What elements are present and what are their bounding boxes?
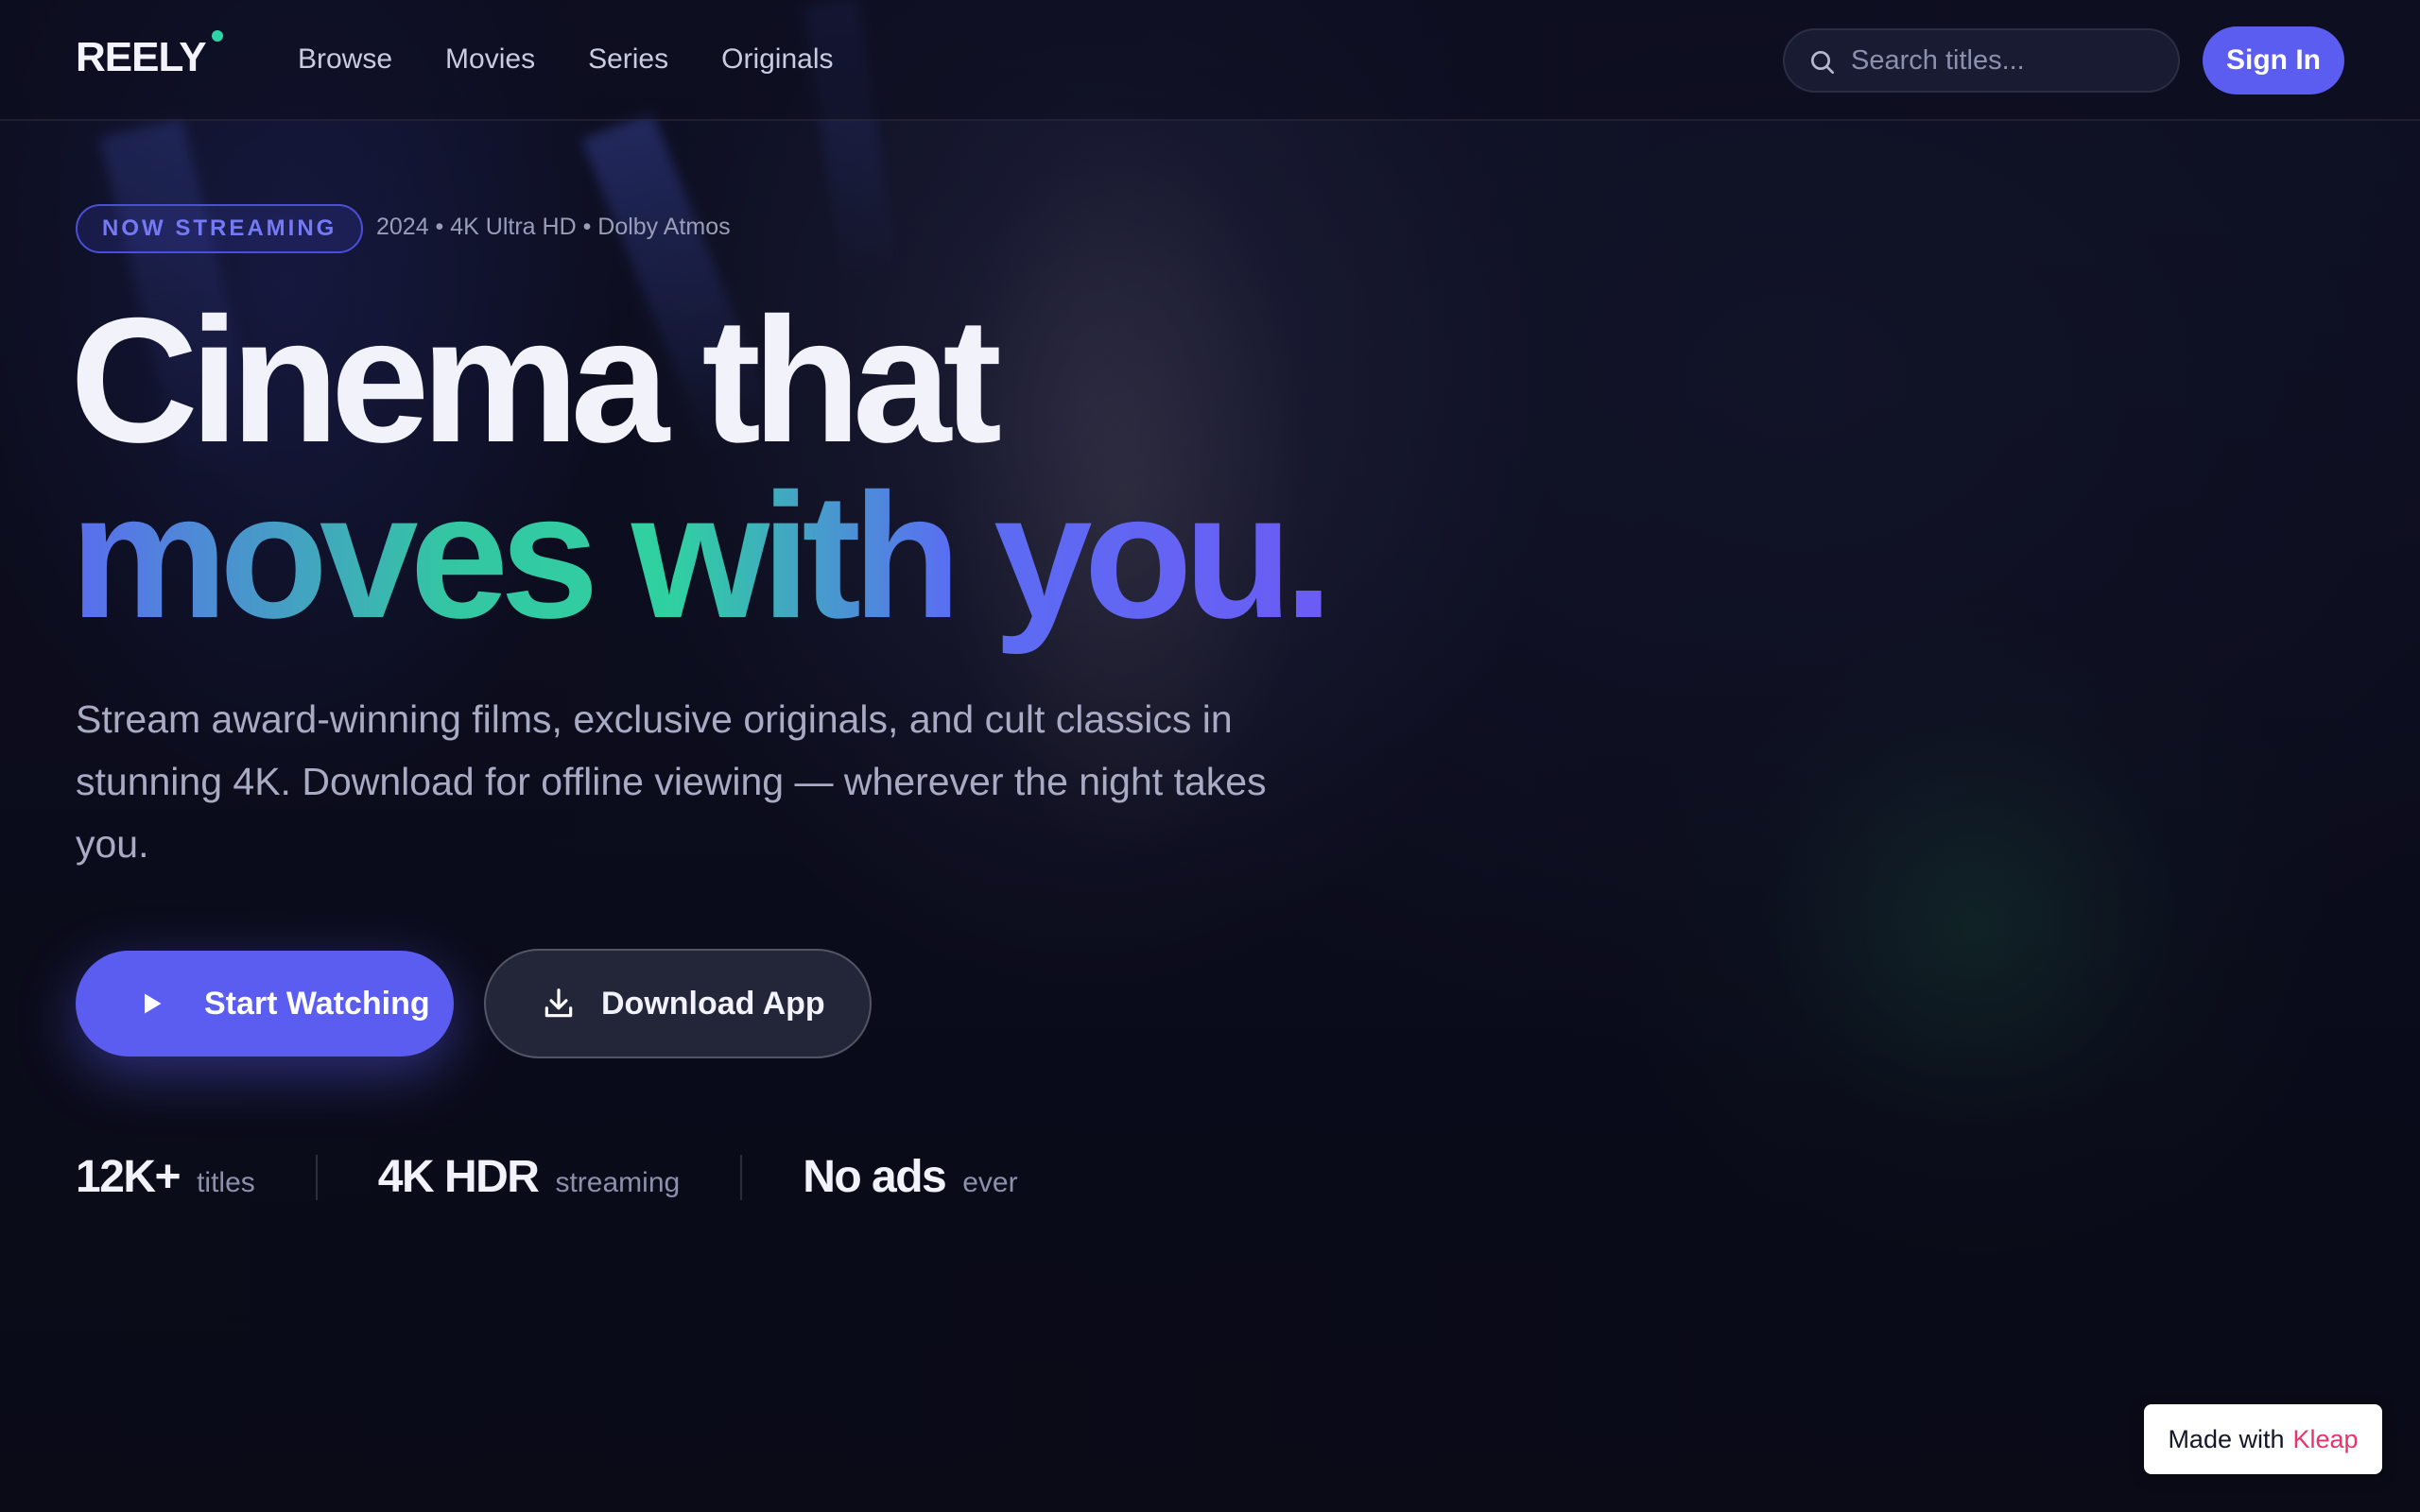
nav-link-originals[interactable]: Originals: [721, 43, 833, 76]
hero-subtitle: Stream award-winning films, exclusive or…: [76, 697, 1267, 866]
background-overlay: [0, 1040, 2420, 1512]
stat-divider: [740, 1154, 743, 1200]
search-icon: [1811, 51, 1834, 74]
play-icon: [145, 993, 162, 1014]
headline-line-2: moves with you.: [70, 462, 1334, 668]
stat-label: ever: [962, 1167, 1018, 1198]
made-with-kleap-badge[interactable]: Made with Kleap: [2144, 1404, 2382, 1474]
nav-link-movies[interactable]: Movies: [445, 43, 535, 76]
stat-value: 12K+: [76, 1152, 182, 1202]
download-app-label: Download App: [601, 985, 825, 1022]
search-box[interactable]: [1783, 28, 2180, 93]
nav-links: Browse Movies Series Originals: [298, 43, 834, 76]
start-watching-button[interactable]: Start Watching: [76, 951, 454, 1057]
stat-divider: [315, 1154, 318, 1200]
stat-value: No ads: [803, 1152, 947, 1202]
stat-ads: No ads ever: [803, 1151, 1017, 1203]
made-with-prefix: Made with: [2168, 1424, 2285, 1453]
stat-titles: 12K+ titles: [76, 1151, 255, 1203]
search-input[interactable]: [1851, 30, 2163, 91]
stat-label: streaming: [555, 1167, 681, 1198]
stat-label: titles: [197, 1167, 255, 1198]
download-app-button[interactable]: Download App: [484, 949, 872, 1058]
headline-line-1: Cinema that: [70, 281, 1002, 479]
logo-accent-dot: [212, 30, 223, 42]
start-watching-label: Start Watching: [204, 985, 430, 1022]
now-streaming-badge: NOW STREAMING: [76, 204, 364, 253]
stat-value: 4K HDR: [377, 1152, 540, 1202]
nav-link-series[interactable]: Series: [588, 43, 668, 76]
stats-row: 12K+ titles 4K HDR streaming No ads ever: [76, 1151, 1018, 1203]
landing-page: REELY Browse Movies Series Originals Sig…: [0, 0, 2420, 1512]
top-navigation: REELY Browse Movies Series Originals Sig…: [0, 0, 2420, 121]
kleap-brand: Kleap: [2292, 1424, 2359, 1453]
download-icon: [544, 988, 573, 1018]
sign-in-button[interactable]: Sign In: [2203, 26, 2344, 94]
release-meta: 2024 • 4K Ultra HD • Dolby Atmos: [376, 214, 731, 240]
stat-streaming: 4K HDR streaming: [378, 1151, 680, 1203]
reely-logo[interactable]: REELY: [76, 34, 207, 81]
nav-link-browse[interactable]: Browse: [298, 43, 392, 76]
